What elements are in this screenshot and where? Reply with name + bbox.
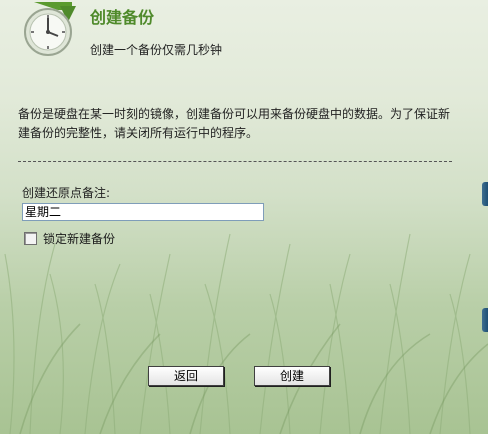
section-divider: [18, 161, 452, 162]
side-handle-icon[interactable]: [482, 308, 488, 332]
page-subtitle: 创建一个备份仅需几秒钟: [90, 43, 223, 57]
note-input[interactable]: [22, 203, 264, 221]
lock-backup-option[interactable]: 锁定新建备份: [24, 230, 115, 247]
lock-backup-label: 锁定新建备份: [43, 232, 116, 246]
clock-backup-icon: [20, 0, 80, 58]
back-button[interactable]: 返回: [148, 366, 224, 386]
side-handle-icon[interactable]: [482, 182, 488, 206]
lock-backup-checkbox[interactable]: [24, 232, 37, 245]
page-title: 创建备份: [90, 8, 155, 27]
grass-background: [4, 233, 488, 434]
note-label: 创建还原点备注:: [22, 186, 111, 200]
description-text: 备份是硬盘在某一时刻的镜像，创建备份可以用来备份硬盘中的数据。为了保证新建备份的…: [18, 107, 451, 140]
create-button[interactable]: 创建: [254, 366, 330, 386]
